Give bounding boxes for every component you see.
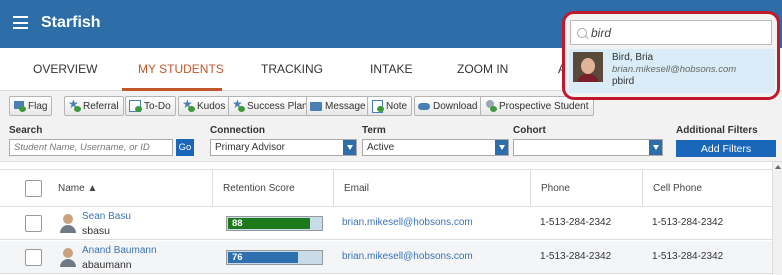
search-result-item[interactable]: Bird, Bria brian.mikesell@hobsons.com pb… — [569, 49, 775, 93]
phone-column-header[interactable]: Phone — [530, 170, 642, 206]
name-column-header[interactable]: Name ▲ — [48, 170, 212, 206]
retention-score-value: 88 — [232, 218, 243, 229]
term-label: Term — [362, 125, 386, 136]
retention-score-bar: 76 — [226, 250, 323, 265]
term-select[interactable]: Active — [362, 139, 509, 156]
referral-icon — [68, 97, 81, 112]
todo-button[interactable]: To-Do — [125, 96, 176, 116]
phone-value: 1-513-284-2342 — [540, 217, 612, 228]
student-username: abaumann — [82, 259, 132, 271]
students-table: Name ▲ Retention Score Email Phone Cell … — [0, 162, 772, 275]
tab-intake[interactable]: INTAKE — [370, 62, 412, 76]
search-icon — [577, 27, 587, 38]
flag-button[interactable]: Flag — [9, 96, 53, 116]
email-link[interactable]: brian.mikesell@hobsons.com — [342, 217, 473, 228]
retention-score-bar: 88 — [226, 216, 323, 231]
tab-overview[interactable]: OVERVIEW — [33, 62, 97, 76]
additional-filters-label: Additional Filters — [676, 125, 758, 136]
tab-my-students[interactable]: MY STUDENTS — [138, 62, 224, 76]
student-name-link[interactable]: Sean Basu — [82, 211, 131, 222]
email-link[interactable]: brian.mikesell@hobsons.com — [342, 251, 473, 262]
search-label: Search — [9, 125, 43, 136]
student-username: sbasu — [82, 225, 111, 237]
message-button[interactable]: Message — [306, 96, 371, 116]
result-name: Bird, Bria — [612, 52, 654, 63]
prospective-student-icon — [484, 100, 497, 112]
chevron-down-icon — [649, 140, 662, 155]
tab-tracking[interactable]: TRACKING — [261, 62, 323, 76]
cloud-download-icon — [418, 100, 431, 112]
cohort-select[interactable] — [513, 139, 663, 156]
table-scrollbar[interactable] — [772, 162, 782, 275]
cell-phone-value: 1-513-284-2342 — [652, 251, 724, 262]
connection-select[interactable]: Primary Advisor — [210, 139, 357, 156]
email-column-header[interactable]: Email — [333, 170, 530, 206]
search-query-text: bird — [591, 25, 612, 40]
avatar — [57, 211, 79, 233]
kudos-button[interactable]: Kudos — [178, 96, 231, 116]
add-filters-button[interactable]: Add Filters — [676, 140, 776, 157]
note-button[interactable]: Note — [367, 96, 413, 116]
download-button[interactable]: Download — [414, 96, 483, 116]
success-plan-button[interactable]: Success Plan — [228, 96, 313, 116]
success-plan-icon — [232, 97, 245, 112]
go-button[interactable]: Go — [176, 139, 194, 156]
row-checkbox[interactable] — [25, 215, 42, 232]
phone-value: 1-513-284-2342 — [540, 251, 612, 262]
cohort-label: Cohort — [513, 125, 546, 136]
row-checkbox[interactable] — [25, 249, 42, 266]
filter-bar: Search Go Connection Primary Advisor Ter… — [0, 121, 782, 162]
tab-zoom-in[interactable]: ZOOM IN — [457, 62, 508, 76]
result-email: brian.mikesell@hobsons.com — [612, 64, 737, 75]
todo-icon — [129, 100, 142, 112]
chevron-down-icon — [495, 140, 508, 155]
note-icon — [371, 100, 384, 113]
scroll-up-icon[interactable] — [775, 165, 781, 169]
result-username: pbird — [612, 76, 635, 87]
table-row[interactable]: Sean Basu sbasu 88 brian.mikesell@hobson… — [0, 207, 772, 240]
avatar — [573, 52, 603, 82]
select-all-checkbox[interactable] — [25, 180, 42, 197]
retention-score-value: 76 — [232, 252, 243, 263]
table-row[interactable]: Anand Baumann abaumann 76 brian.mikesell… — [0, 241, 772, 274]
cell-phone-value: 1-513-284-2342 — [652, 217, 724, 228]
hamburger-menu-icon[interactable] — [13, 16, 28, 29]
connection-label: Connection — [210, 125, 265, 136]
student-search-input[interactable] — [9, 139, 173, 156]
referral-button[interactable]: Referral — [64, 96, 124, 116]
student-name-link[interactable]: Anand Baumann — [82, 245, 157, 256]
envelope-icon — [310, 100, 323, 112]
chevron-down-icon — [343, 140, 356, 155]
global-search-input[interactable]: bird — [570, 20, 772, 45]
student-search-popup: bird Bird, Bria brian.mikesell@hobsons.c… — [562, 11, 780, 100]
avatar — [57, 245, 79, 267]
table-header: Name ▲ Retention Score Email Phone Cell … — [0, 169, 772, 207]
cell-phone-column-header[interactable]: Cell Phone — [642, 170, 772, 206]
retention-score-column-header[interactable]: Retention Score — [212, 170, 333, 206]
kudos-icon — [182, 97, 195, 112]
flag-icon — [13, 100, 26, 112]
app-title: Starfish — [41, 14, 101, 31]
